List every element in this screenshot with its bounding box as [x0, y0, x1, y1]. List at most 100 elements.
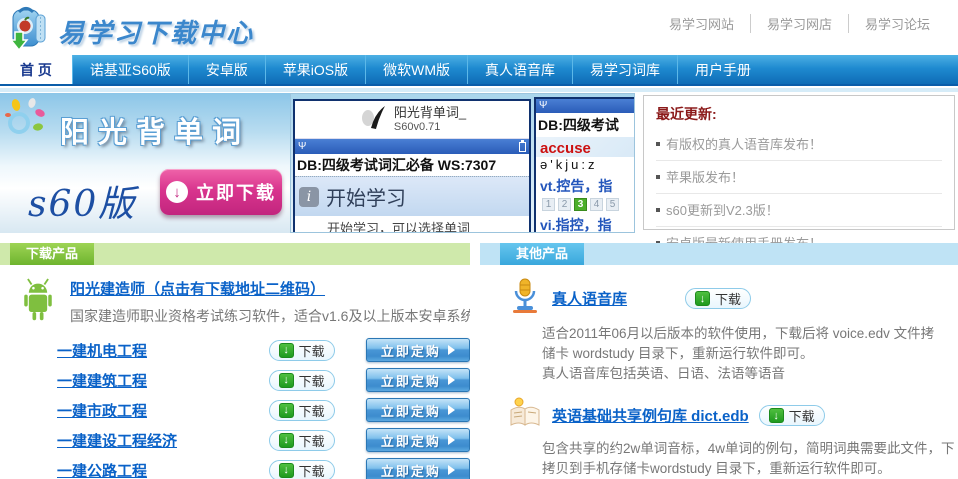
- open-book-icon: [508, 396, 542, 435]
- download-arrow-icon: ↓: [769, 408, 784, 423]
- top-link-website[interactable]: 易学习网站: [653, 14, 750, 33]
- page-number[interactable]: 5: [606, 198, 619, 211]
- page-number[interactable]: 1: [542, 198, 555, 211]
- android-robot-icon: [16, 278, 60, 329]
- main-nav: 首 页 诺基亚S60版 安卓版 苹果iOS版 微软WM版 真人语音库 易学习词库…: [0, 55, 958, 86]
- chevron-right-icon: [448, 465, 455, 475]
- phone1-app-title: 阳光背单词_ S60v0.71: [394, 106, 466, 134]
- voice-lib-desc: 适合2011年06月以后版本的软件使用，下载后将 voice.edv 文件拷 储…: [542, 324, 958, 384]
- phone2-meaning-vt: vt.控告，指: [536, 174, 635, 196]
- order-now-button[interactable]: 立即定购: [366, 458, 470, 479]
- order-now-button[interactable]: 立即定购: [366, 368, 470, 392]
- microphone-icon: [508, 277, 542, 320]
- phone2-pagination: 1 2 3 4 5: [536, 196, 635, 213]
- order-now-button[interactable]: 立即定购: [366, 428, 470, 452]
- download-button[interactable]: ↓ 下载: [759, 405, 825, 426]
- battery-icon: [519, 142, 526, 152]
- order-now-button[interactable]: 立即定购: [366, 338, 470, 362]
- nav-nokia-s60[interactable]: 诺基亚S60版: [72, 55, 188, 84]
- download-products-section: 下载产品 阳光建造师（点击有下载地址二维码） 国家: [0, 243, 470, 479]
- nav-ios[interactable]: 苹果iOS版: [265, 55, 365, 84]
- signal-icon: Ψ: [539, 101, 547, 111]
- product-rows: 一建机电工程 ↓ 下载 立即定购 一建建筑工程 ↓ 下载 立即定购: [0, 335, 470, 479]
- site-logo[interactable]: 易学习下载中心: [6, 4, 254, 59]
- top-link-forum[interactable]: 易学习论坛: [848, 14, 946, 33]
- phone2-db-line: DB:四级考试: [536, 113, 635, 137]
- product-link[interactable]: 一建建筑工程: [57, 370, 269, 391]
- nav-home[interactable]: 首 页: [0, 55, 72, 84]
- phone2-word: accuse: [536, 137, 635, 157]
- signal-icon: Ψ: [298, 142, 306, 152]
- phone1-db-line: DB:四级考试词汇必备 WS:7307: [295, 154, 529, 176]
- chevron-right-icon: [448, 345, 455, 355]
- builder-app-desc: 国家建造师职业资格考试练习软件，适合v1.6及以上版本安卓系统: [70, 306, 470, 326]
- phone1-statusbar: Ψ: [295, 139, 529, 154]
- nav-dict-lib[interactable]: 易学习词库: [572, 55, 677, 84]
- chevron-right-icon: [448, 405, 455, 415]
- top-header: 易学习下载中心 易学习网站 易学习网店 易学习论坛: [0, 0, 958, 55]
- phone2-statusbar: Ψ: [536, 99, 635, 113]
- bullet-icon: [656, 208, 660, 212]
- chevron-right-icon: [448, 375, 455, 385]
- recent-updates-box: 最近更新: 有版权的真人语音库发布！ 苹果版发布！ s60更新到V2.3版！ 安…: [643, 95, 955, 230]
- phone2-phonetic: ə'kju:z: [536, 157, 635, 174]
- builder-app-link[interactable]: 阳光建造师（点击有下载地址二维码）: [70, 281, 325, 298]
- info-icon: i: [299, 187, 319, 207]
- page-number[interactable]: 4: [590, 198, 603, 211]
- product-link[interactable]: 一建市政工程: [57, 400, 269, 421]
- bullet-icon: [656, 142, 660, 146]
- product-row: 一建建筑工程 ↓ 下载 立即定购: [0, 365, 470, 395]
- phone2-meaning-vi: vi.指控，指: [536, 213, 635, 233]
- tab-other-products[interactable]: 其他产品: [500, 243, 584, 265]
- product-row: 一建市政工程 ↓ 下载 立即定购: [0, 395, 470, 425]
- order-now-button[interactable]: 立即定购: [366, 398, 470, 422]
- download-button[interactable]: ↓ 下载: [269, 400, 335, 421]
- download-arrow-icon: ↓: [279, 433, 294, 448]
- phone-screenshot-1: 阳光背单词_ S60v0.71 Ψ DB:四级考试词汇必备 WS:7307 i …: [293, 99, 531, 233]
- other-products-section: 其他产品 真人语音库 ↓ 下: [480, 243, 958, 479]
- download-arrow-icon: ↓: [279, 403, 294, 418]
- app-logo-icon: [358, 103, 388, 136]
- other-product: 英语基础共享例句库 dict.edb ↓ 下载 包含共享的约2w单词音标，4w单…: [480, 396, 958, 479]
- phone1-menu-item: i 开始学习: [295, 176, 529, 216]
- product-row: 一建公路工程 ↓ 下载 立即定购: [0, 455, 470, 479]
- promo-banner: 阳光背单词 s60版 ↓ 立即下载: [0, 93, 290, 233]
- product-row: 一建机电工程 ↓ 下载 立即定购: [0, 335, 470, 365]
- other-product-header: 英语基础共享例句库 dict.edb ↓ 下载: [508, 396, 958, 435]
- download-button[interactable]: ↓ 下载: [269, 430, 335, 451]
- page-number-active[interactable]: 3: [574, 198, 587, 211]
- nav-android[interactable]: 安卓版: [188, 55, 265, 84]
- nav-manual[interactable]: 用户手册: [677, 55, 768, 84]
- other-product: 真人语音库 ↓ 下载 适合2011年06月以后版本的软件使用，下载后将 voic…: [480, 277, 958, 384]
- tab-download-products[interactable]: 下载产品: [10, 243, 94, 265]
- download-button[interactable]: ↓ 下载: [685, 288, 751, 309]
- other-products-strip: 其他产品: [480, 243, 958, 265]
- page: 易学习下载中心 易学习网站 易学习网店 易学习论坛 首 页 诺基亚S60版 安卓…: [0, 0, 958, 479]
- product-link[interactable]: 一建机电工程: [57, 340, 269, 361]
- android-product-text: 阳光建造师（点击有下载地址二维码） 国家建造师职业资格考试练习软件，适合v1.6…: [70, 278, 470, 329]
- nav-wm[interactable]: 微软WM版: [365, 55, 467, 84]
- product-link[interactable]: 一建公路工程: [57, 460, 269, 479]
- page-number[interactable]: 2: [558, 198, 571, 211]
- download-button[interactable]: ↓ 下载: [269, 370, 335, 391]
- banner-download-button[interactable]: ↓ 立即下载: [160, 169, 282, 215]
- top-links: 易学习网站 易学习网店 易学习论坛: [653, 14, 946, 33]
- product-link[interactable]: 一建建设工程经济: [57, 430, 269, 451]
- sentence-lib-link[interactable]: 英语基础共享例句库 dict.edb: [552, 405, 749, 426]
- bullet-icon: [656, 175, 660, 179]
- phone-screenshot-2: Ψ DB:四级考试 accuse ə'kju:z vt.控告，指 1 2 3 4…: [534, 97, 635, 233]
- nav-voice-lib[interactable]: 真人语音库: [467, 55, 572, 84]
- download-button[interactable]: ↓ 下载: [269, 340, 335, 361]
- download-button[interactable]: ↓ 下载: [269, 460, 335, 479]
- voice-lib-link[interactable]: 真人语音库: [552, 288, 627, 309]
- update-item[interactable]: 有版权的真人语音库发布！: [656, 128, 942, 161]
- product-row: 一建建设工程经济 ↓ 下载 立即定购: [0, 425, 470, 455]
- download-arrow-icon: ↓: [279, 373, 294, 388]
- top-link-shop[interactable]: 易学习网店: [750, 14, 848, 33]
- phone1-header: 阳光背单词_ S60v0.71: [295, 101, 529, 139]
- update-item[interactable]: 苹果版发布！: [656, 161, 942, 194]
- update-item[interactable]: s60更新到V2.3版！: [656, 194, 942, 227]
- screenshot-panel: 阳光背单词_ S60v0.71 Ψ DB:四级考试词汇必备 WS:7307 i …: [290, 93, 635, 233]
- sun-flower-icon: [2, 97, 54, 148]
- nav-bottom-strip: [0, 88, 958, 92]
